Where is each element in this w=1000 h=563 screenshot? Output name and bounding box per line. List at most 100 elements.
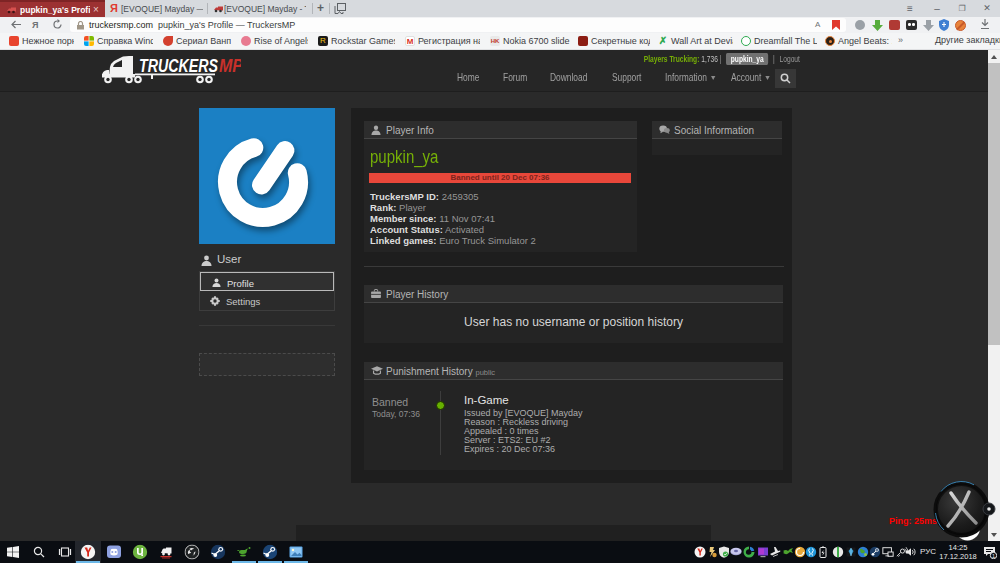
bookmark-item[interactable]: HK Nokia 6700 slide h: [490, 35, 570, 48]
windows-taskbar: РУС 14:25 17.12.2018 1: [0, 541, 1000, 563]
taskbar-steam-game[interactable]: [257, 541, 283, 563]
other-bookmarks-button[interactable]: Другие закладки ▾: [935, 35, 1000, 48]
extension-savefrom-icon[interactable]: [872, 20, 883, 31]
bookmark-favicon-icon: [741, 36, 751, 46]
nav-home[interactable]: Home: [457, 71, 479, 83]
bookmark-item[interactable]: ✗ Wall Art at Deviant: [658, 35, 733, 48]
scrollbar-thumb[interactable]: [988, 63, 1000, 345]
translate-icon[interactable]: A: [815, 20, 820, 29]
downloads-button-icon[interactable]: [980, 19, 990, 30]
taskbar-steam[interactable]: [205, 541, 231, 563]
yandex-button-icon[interactable]: Я: [32, 20, 38, 30]
bookmark-flag-icon[interactable]: [832, 20, 840, 30]
tab-active[interactable]: pupkin_ya's Profile — Tru ×: [0, 0, 105, 17]
sidebar-item-profile[interactable]: Profile: [200, 272, 334, 291]
tab-3[interactable]: [EVOQUE] Mayday - Trucke: [208, 0, 312, 17]
tray-date: 17.12.2018: [935, 552, 981, 561]
start-button[interactable]: [0, 541, 26, 563]
tray-green-bird-icon[interactable]: [782, 546, 794, 558]
tray-systemcare-icon[interactable]: [743, 546, 755, 558]
address-bar[interactable]: truckersmp.com pupkin_ya's Profile — Tru…: [70, 18, 846, 32]
window-minimize-button[interactable]: –: [930, 2, 944, 15]
taskbar-search-button[interactable]: [26, 541, 52, 563]
tray-airplane-icon[interactable]: [769, 546, 781, 558]
nav-information[interactable]: Information: [665, 71, 715, 83]
bookmark-item[interactable]: Dreamfall The Lon: [741, 35, 817, 48]
new-tab-button[interactable]: +: [314, 2, 327, 15]
tray-app-icon[interactable]: [706, 546, 718, 558]
username-chip[interactable]: pupkin_ya: [726, 53, 768, 65]
taskbar-utorrent[interactable]: [127, 541, 153, 563]
extension-protect-shield-icon[interactable]: [939, 19, 949, 31]
tray-blue-circle-icon[interactable]: [805, 546, 817, 558]
svg-text:1: 1: [992, 553, 995, 559]
tray-yandex-icon[interactable]: [694, 546, 706, 558]
extension-adblock-icon[interactable]: [906, 20, 917, 30]
bookmark-item[interactable]: R Rockstar Games So: [318, 35, 395, 48]
reload-button-icon[interactable]: [52, 19, 63, 30]
tray-display-icon[interactable]: [882, 546, 894, 558]
profile-field: Member since: 11 Nov 07:41: [370, 213, 495, 224]
taskbar-obs[interactable]: [179, 541, 205, 563]
bookmark-item[interactable]: Сериал Ванпанчм: [163, 35, 231, 48]
taskbar-discord[interactable]: [101, 541, 127, 563]
player-history-header: Player History: [364, 285, 783, 303]
tray-antivirus-icon[interactable]: [718, 546, 730, 558]
nav-account[interactable]: Account: [731, 71, 769, 83]
taskbar-genie-app[interactable]: [231, 541, 257, 563]
bookmark-item[interactable]: Нежное порно с: [9, 35, 74, 48]
nav-forum[interactable]: Forum: [503, 71, 527, 83]
bookmarks-bar: Нежное порно с Справка Windows Сериал Ва…: [0, 33, 1000, 50]
user-icon: [371, 125, 381, 135]
tray-graphics-icon[interactable]: [757, 546, 769, 558]
tray-speaker-icon[interactable]: [905, 546, 917, 558]
logout-link[interactable]: Logout: [780, 54, 800, 64]
site-header: TRUCKERS MP Players Trucking: 1,736 | pu…: [0, 50, 988, 92]
rockstar-favicon-icon: R: [318, 36, 328, 46]
tab-panels-button[interactable]: [334, 3, 346, 14]
action-center-button[interactable]: 1: [983, 545, 997, 559]
window-menu-button[interactable]: ≡: [903, 2, 917, 15]
back-button-icon[interactable]: [10, 19, 22, 30]
players-trucking-count[interactable]: 1,736: [701, 54, 718, 64]
bookmarks-overflow-chevron[interactable]: »: [898, 35, 903, 48]
page-scrollbar[interactable]: [988, 50, 1000, 541]
bookmark-item[interactable]: Rise of Angels —: [241, 35, 308, 48]
extension-adguard-icon[interactable]: [955, 20, 966, 31]
chevron-down-icon: [711, 76, 715, 80]
truckersmp-favicon-icon: [213, 4, 224, 14]
extension-camera-icon[interactable]: [889, 20, 900, 30]
sidebar-item-settings[interactable]: Settings: [200, 291, 334, 310]
user-avatar[interactable]: [199, 108, 335, 244]
truckersmp-logo[interactable]: TRUCKERS MP: [99, 54, 241, 86]
taskbar-photos[interactable]: [283, 541, 309, 563]
tab-close-icon[interactable]: ×: [90, 4, 102, 16]
tray-clock[interactable]: 14:25 17.12.2018: [935, 543, 981, 561]
tray-crystal-icon[interactable]: [845, 546, 857, 558]
overlay-x-widget[interactable]: [932, 480, 1000, 541]
bookmark-item[interactable]: Angel Beats: 1st b: [825, 35, 892, 48]
tray-steam-icon[interactable]: [869, 546, 881, 558]
tray-green-globe-icon[interactable]: [832, 546, 844, 558]
window-restore-button[interactable]: ❐: [955, 2, 969, 15]
taskbar-yandex-browser[interactable]: [75, 541, 101, 563]
tray-daemon-tools-icon[interactable]: [730, 546, 742, 558]
bookmark-item[interactable]: M Регистрация на с: [405, 35, 480, 48]
tray-time: 14:25: [935, 543, 981, 552]
punishment-title: In-Game: [464, 394, 509, 406]
extension-downloader-icon[interactable]: [923, 20, 934, 31]
bookmark-item[interactable]: Справка Windows: [84, 35, 153, 48]
tray-earth-icon[interactable]: [857, 546, 869, 558]
tray-battery-icon[interactable]: [817, 546, 829, 558]
url-page-title: pupkin_ya's Profile — TruckersMP: [158, 20, 295, 30]
nav-support[interactable]: Support: [612, 71, 641, 83]
extension-globe-icon[interactable]: [855, 20, 865, 30]
tab-2[interactable]: Я [EVOQUE] Mayday — Янде: [105, 0, 207, 17]
bookmark-item[interactable]: Секретные коды: [578, 35, 650, 48]
search-button[interactable]: [775, 69, 796, 88]
taskbar-ets2[interactable]: [153, 541, 179, 563]
yandex-favicon-icon: Я: [110, 2, 118, 14]
nav-download[interactable]: Download: [550, 71, 587, 83]
window-close-button[interactable]: ✕: [980, 2, 994, 15]
scrollbar-up-button[interactable]: [988, 50, 1000, 63]
